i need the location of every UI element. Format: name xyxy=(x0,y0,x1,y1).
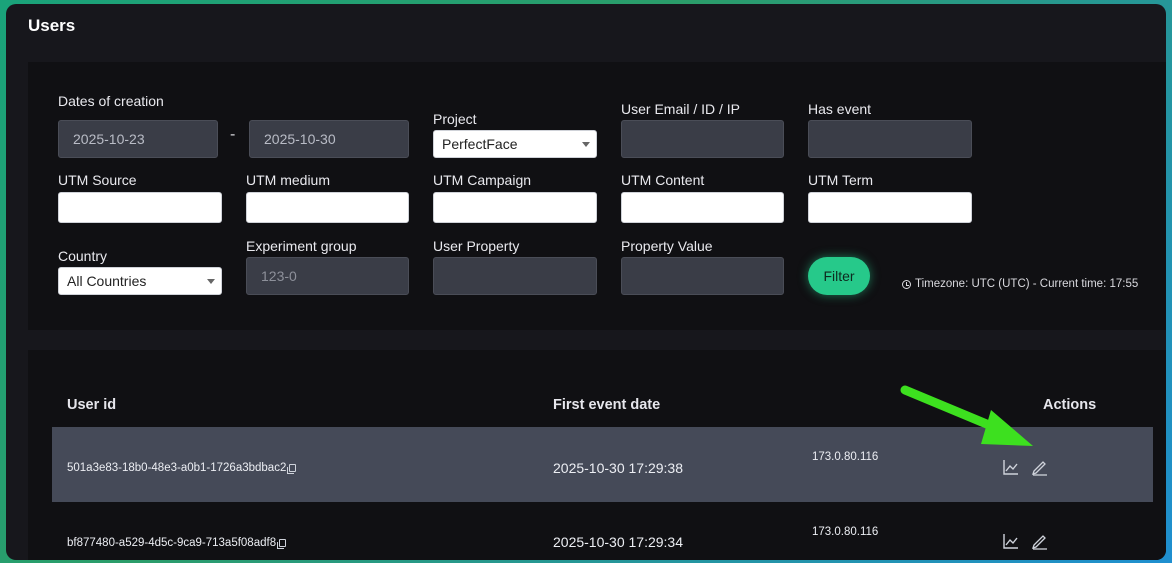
utm-content-input[interactable] xyxy=(621,192,784,223)
chevron-down-icon xyxy=(582,142,590,147)
user-email-label: User Email / ID / IP xyxy=(621,101,741,117)
user-id-cell: bf877480-a529-4d5c-9ca9-713a5f08adf8 xyxy=(67,537,287,549)
has-event-input[interactable] xyxy=(808,120,972,158)
dates-label: Dates of creation xyxy=(58,93,164,109)
utm-term-input[interactable] xyxy=(808,192,972,223)
country-selected-value: All Countries xyxy=(67,273,147,289)
utm-source-label: UTM Source xyxy=(58,172,137,188)
user-property-label: User Property xyxy=(433,238,520,254)
project-label: Project xyxy=(433,111,477,127)
experiment-group-label: Experiment group xyxy=(246,238,357,254)
has-event-label: Has event xyxy=(808,101,872,117)
chart-icon[interactable] xyxy=(1002,532,1020,550)
property-value-label: Property Value xyxy=(621,238,713,254)
page-title: Users xyxy=(28,16,76,35)
utm-source-input[interactable] xyxy=(58,192,222,223)
utm-term-label: UTM Term xyxy=(808,172,874,188)
experiment-group-input[interactable]: 123-0 xyxy=(246,257,409,295)
copy-icon[interactable] xyxy=(277,539,287,549)
ip-cell: 173.0.80.116 xyxy=(812,451,879,463)
clock-icon xyxy=(902,279,911,289)
users-page: Users Dates of creation 2025-10-23 - 202… xyxy=(6,4,1166,560)
timezone-text: Timezone: UTC (UTC) - Current time: 17:5… xyxy=(915,278,1139,290)
edit-icon[interactable] xyxy=(1031,532,1049,550)
date-to-input[interactable]: 2025-10-30 xyxy=(249,120,409,158)
user-id-cell: 501a3e83-18b0-48e3-a0b1-1726a3bdbac2 xyxy=(67,462,297,474)
country-label: Country xyxy=(58,248,108,264)
first-event-cell: 2025-10-30 17:29:34 xyxy=(553,534,683,550)
timezone-info: Timezone: UTC (UTC) - Current time: 17:5… xyxy=(902,278,1138,290)
utm-medium-input[interactable] xyxy=(246,192,409,223)
utm-campaign-input[interactable] xyxy=(433,192,597,223)
first-event-cell: 2025-10-30 17:29:38 xyxy=(553,460,683,476)
project-selected-value: PerfectFace xyxy=(442,136,518,152)
annotation-arrow-icon xyxy=(900,385,1033,446)
header-first-event: First event date xyxy=(553,397,661,413)
utm-medium-label: UTM medium xyxy=(246,172,331,188)
header-actions: Actions xyxy=(1043,397,1097,413)
project-select[interactable]: PerfectFace xyxy=(433,130,597,158)
user-id-text: 501a3e83-18b0-48e3-a0b1-1726a3bdbac2 xyxy=(67,462,287,474)
country-select[interactable]: All Countries xyxy=(58,267,222,295)
copy-icon[interactable] xyxy=(287,464,297,474)
user-email-input[interactable] xyxy=(621,120,784,158)
property-value-input[interactable] xyxy=(621,257,784,295)
utm-campaign-label: UTM Campaign xyxy=(433,172,532,188)
user-id-text: bf877480-a529-4d5c-9ca9-713a5f08adf8 xyxy=(67,537,277,549)
chart-icon[interactable] xyxy=(1002,458,1020,476)
filter-panel: Dates of creation 2025-10-23 - 2025-10-3… xyxy=(28,62,1166,330)
filter-button[interactable]: Filter xyxy=(808,257,870,295)
header-user-id: User id xyxy=(67,397,117,413)
date-separator: - xyxy=(230,126,236,143)
edit-icon[interactable] xyxy=(1031,458,1049,476)
ip-cell: 173.0.80.116 xyxy=(812,526,879,538)
date-from-input[interactable]: 2025-10-23 xyxy=(58,120,218,158)
user-property-input[interactable] xyxy=(433,257,597,295)
chevron-down-icon xyxy=(207,279,215,284)
utm-content-label: UTM Content xyxy=(621,172,705,188)
